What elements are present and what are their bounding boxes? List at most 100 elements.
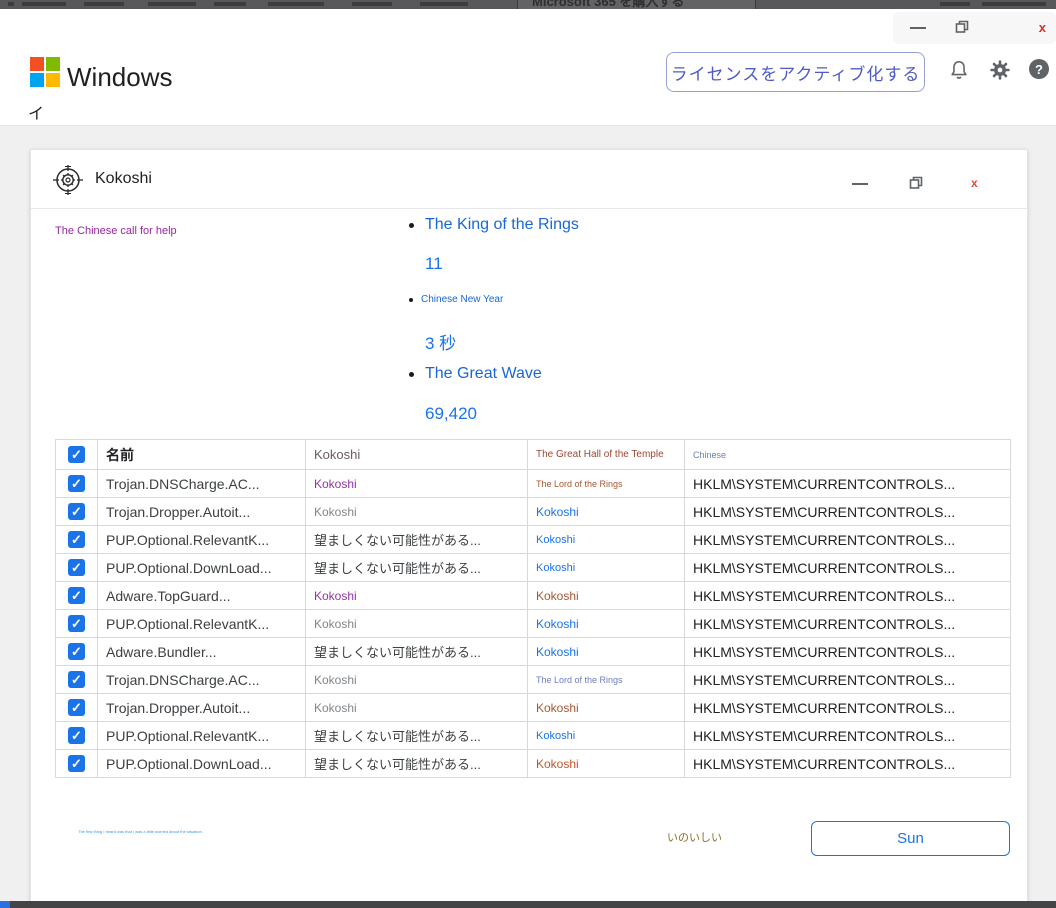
stat-label-3[interactable]: The Great Wave bbox=[425, 365, 542, 383]
buy-microsoft-365-label: Microsoft 365 を購入する bbox=[532, 0, 684, 9]
table-row: Trojan.Dropper.Autoit... Kokoshi Kokoshi… bbox=[56, 694, 1011, 722]
threat-category: 望ましくない可能性がある... bbox=[306, 722, 528, 750]
stat-label-1[interactable]: The King of the Rings bbox=[425, 216, 579, 234]
threat-category: Kokoshi bbox=[306, 582, 528, 610]
threat-category: Kokoshi bbox=[306, 694, 528, 722]
logo-square-yellow bbox=[46, 73, 60, 87]
threat-category: 望ましくない可能性がある... bbox=[306, 526, 528, 554]
threats-table: 名前 Kokoshi The Great Hall of the Temple … bbox=[55, 439, 1011, 778]
threat-name: Trojan.Dropper.Autoit... bbox=[98, 694, 306, 722]
taskbar-edge-strip bbox=[0, 901, 1056, 908]
column-header-category[interactable]: Kokoshi bbox=[306, 440, 528, 470]
table-row: Trojan.Dropper.Autoit... Kokoshi Kokoshi… bbox=[56, 498, 1011, 526]
clipped-tab-fragment bbox=[268, 2, 324, 6]
logo-square-blue bbox=[30, 73, 44, 87]
threat-name: Adware.Bundler... bbox=[98, 638, 306, 666]
threat-path: HKLM\SYSTEM\CURRENTCONTROLS... bbox=[685, 638, 1011, 666]
dialog-minimize-button[interactable] bbox=[852, 183, 868, 185]
threat-name: Adware.TopGuard... bbox=[98, 582, 306, 610]
sun-button[interactable]: Sun bbox=[811, 821, 1010, 856]
threat-path: HKLM\SYSTEM\CURRENTCONTROLS... bbox=[685, 666, 1011, 694]
app-header: x Windows イ ライセンスをアクティブ化する bbox=[0, 9, 1056, 125]
clipped-tab-fragment bbox=[982, 2, 1046, 6]
threat-path: HKLM\SYSTEM\CURRENTCONTROLS... bbox=[685, 582, 1011, 610]
row-checkbox[interactable] bbox=[68, 615, 85, 632]
row-checkbox[interactable] bbox=[68, 587, 85, 604]
header-sub-text: イ bbox=[28, 100, 44, 124]
threat-category: Kokoshi bbox=[306, 470, 528, 498]
threat-type: The Lord of the Rings bbox=[528, 666, 685, 694]
row-checkbox[interactable] bbox=[68, 727, 85, 744]
dialog-restore-button[interactable] bbox=[909, 176, 923, 190]
bullet-icon bbox=[409, 298, 413, 302]
row-checkbox[interactable] bbox=[68, 643, 85, 660]
threat-category: Kokoshi bbox=[306, 610, 528, 638]
minimize-button[interactable] bbox=[910, 27, 926, 29]
bullet-icon bbox=[409, 372, 414, 377]
table-row: PUP.Optional.RelevantK... 望ましくない可能性がある..… bbox=[56, 526, 1011, 554]
gear-icon[interactable] bbox=[989, 59, 1011, 81]
threat-path: HKLM\SYSTEM\CURRENTCONTROLS... bbox=[685, 554, 1011, 582]
desktop-background: Kokoshi x The Chinese call for help The … bbox=[0, 125, 1056, 903]
threat-path: HKLM\SYSTEM\CURRENTCONTROLS... bbox=[685, 750, 1011, 778]
table-row: PUP.Optional.RelevantK... 望ましくない可能性がある..… bbox=[56, 722, 1011, 750]
row-checkbox[interactable] bbox=[68, 699, 85, 716]
bullet-icon bbox=[409, 223, 414, 228]
row-checkbox[interactable] bbox=[68, 559, 85, 576]
threat-name: PUP.Optional.RelevantK... bbox=[98, 610, 306, 638]
threat-name: PUP.Optional.DownLoad... bbox=[98, 554, 306, 582]
threat-category: Kokoshi bbox=[306, 666, 528, 694]
help-link[interactable]: The Chinese call for help bbox=[55, 225, 177, 237]
bell-icon[interactable] bbox=[948, 59, 970, 81]
row-checkbox[interactable] bbox=[68, 755, 85, 772]
threat-category: 望ましくない可能性がある... bbox=[306, 554, 528, 582]
close-button[interactable]: x bbox=[1039, 20, 1046, 35]
activate-license-button[interactable]: ライセンスをアクティブ化する bbox=[666, 52, 925, 92]
threat-type: The Lord of the Rings bbox=[528, 470, 685, 498]
clipped-tab-fragment bbox=[214, 2, 246, 6]
row-checkbox[interactable] bbox=[68, 671, 85, 688]
clipped-tab-fragment bbox=[22, 2, 66, 6]
background-browser-strip: Microsoft 365 を購入する bbox=[0, 0, 1056, 9]
column-header-path[interactable]: Chinese bbox=[685, 440, 1011, 470]
stat-value-2: 3 秒 bbox=[425, 329, 456, 354]
threat-name: Trojan.DNSCharge.AC... bbox=[98, 470, 306, 498]
clipped-tab-fragment bbox=[84, 2, 124, 6]
column-header-name[interactable]: 名前 bbox=[98, 440, 306, 470]
row-checkbox[interactable] bbox=[68, 475, 85, 492]
threat-type: Kokoshi bbox=[528, 498, 685, 526]
restore-button[interactable] bbox=[955, 20, 969, 34]
threat-type: Kokoshi bbox=[528, 582, 685, 610]
threat-name: Trojan.Dropper.Autoit... bbox=[98, 498, 306, 526]
threat-type: Kokoshi bbox=[528, 750, 685, 778]
threat-path: HKLM\SYSTEM\CURRENTCONTROLS... bbox=[685, 610, 1011, 638]
select-all-checkbox[interactable] bbox=[68, 446, 85, 463]
threat-name: PUP.Optional.DownLoad... bbox=[98, 750, 306, 778]
threat-type: Kokoshi bbox=[528, 722, 685, 750]
threat-type: Kokoshi bbox=[528, 526, 685, 554]
threat-path: HKLM\SYSTEM\CURRENTCONTROLS... bbox=[685, 694, 1011, 722]
clipped-tab-fragment bbox=[940, 2, 970, 6]
clipped-tab-fragment bbox=[148, 2, 196, 6]
table-row: PUP.Optional.DownLoad... 望ましくない可能性がある...… bbox=[56, 554, 1011, 582]
clipped-tab-fragment bbox=[352, 2, 392, 6]
column-header-type[interactable]: The Great Hall of the Temple bbox=[528, 440, 685, 470]
stat-label-2[interactable]: Chinese New Year bbox=[421, 294, 503, 305]
start-button-fragment[interactable] bbox=[0, 901, 10, 908]
table-row: PUP.Optional.RelevantK... Kokoshi Kokosh… bbox=[56, 610, 1011, 638]
table-row: PUP.Optional.DownLoad... 望ましくない可能性がある...… bbox=[56, 750, 1011, 778]
row-checkbox[interactable] bbox=[68, 503, 85, 520]
threat-type: Kokoshi bbox=[528, 610, 685, 638]
table-header-row: 名前 Kokoshi The Great Hall of the Temple … bbox=[56, 440, 1011, 470]
stat-value-1: 11 bbox=[425, 254, 443, 274]
threat-path: HKLM\SYSTEM\CURRENTCONTROLS... bbox=[685, 526, 1011, 554]
help-icon[interactable]: ? bbox=[1029, 59, 1049, 79]
dialog-body: The Chinese call for help The King of th… bbox=[31, 209, 1027, 903]
buy-microsoft-365-tab[interactable]: Microsoft 365 を購入する bbox=[517, 0, 756, 9]
dialog-close-button[interactable]: x bbox=[971, 176, 978, 190]
threat-category: 望ましくない可能性がある... bbox=[306, 638, 528, 666]
clipped-tab-fragment bbox=[8, 2, 14, 6]
logo-square-green bbox=[46, 57, 60, 71]
table-row: Trojan.DNSCharge.AC... Kokoshi The Lord … bbox=[56, 470, 1011, 498]
row-checkbox[interactable] bbox=[68, 531, 85, 548]
